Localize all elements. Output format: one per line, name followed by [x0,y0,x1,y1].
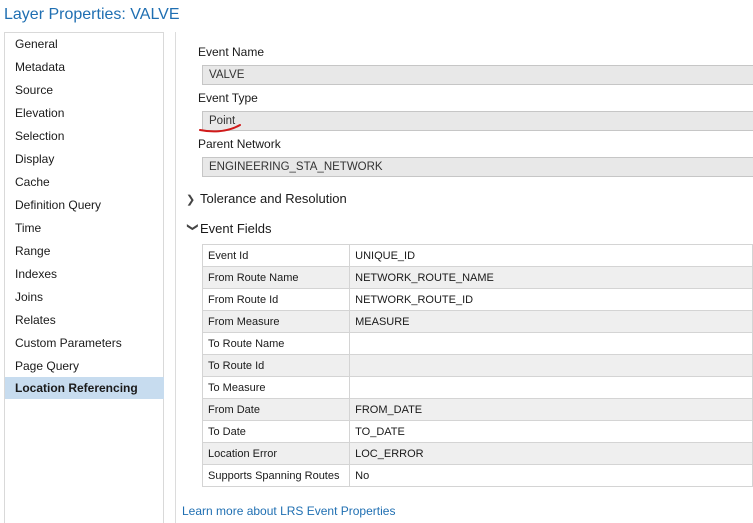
field-name-cell: To Measure [201,376,351,399]
sidebar-item-custom-parameters[interactable]: Custom Parameters [5,332,164,354]
sidebar-item-display[interactable]: Display [5,148,164,170]
sidebar-nav: General Metadata Source Elevation Select… [4,32,164,523]
field-name-cell: From Date [201,398,351,421]
field-value-cell[interactable]: LOC_ERROR [349,442,753,465]
sidebar-item-source[interactable]: Source [5,79,164,101]
field-value-cell[interactable]: NETWORK_ROUTE_NAME [349,266,753,289]
field-name-cell: Event Id [201,244,351,267]
table-row[interactable]: Location Error LOC_ERROR [201,442,753,465]
sidebar-item-general[interactable]: General [5,33,164,55]
sidebar-item-indexes[interactable]: Indexes [5,263,164,285]
table-row[interactable]: From Date FROM_DATE [201,398,753,421]
field-value-cell[interactable]: MEASURE [349,310,753,333]
panel-divider [175,32,176,523]
field-name-cell: To Date [201,420,351,443]
field-value-cell[interactable] [349,332,753,355]
sidebar-item-relates[interactable]: Relates [5,309,164,331]
sidebar-item-selection[interactable]: Selection [5,125,164,147]
table-row[interactable]: From Route Id NETWORK_ROUTE_ID [201,288,753,311]
sidebar-item-location-referencing[interactable]: Location Referencing [5,377,164,399]
section-tolerance-label: Tolerance and Resolution [200,191,347,206]
section-tolerance-header[interactable]: ❯ Tolerance and Resolution [186,191,347,206]
event-name-label: Event Name [198,45,265,59]
red-underline-annotation [199,124,241,133]
event-fields-table: Event Id UNIQUE_ID From Route Name NETWO… [201,244,753,487]
field-name-cell: Location Error [201,442,351,465]
table-row[interactable]: To Route Id [201,354,753,377]
field-name-cell: From Route Name [201,266,351,289]
field-value-cell[interactable]: FROM_DATE [349,398,753,421]
sidebar-item-definition-query[interactable]: Definition Query [5,194,164,216]
table-row[interactable]: Event Id UNIQUE_ID [201,244,753,267]
field-value-cell[interactable]: No [349,464,753,487]
field-value-cell[interactable]: UNIQUE_ID [349,244,753,267]
field-name-cell: To Route Id [201,354,351,377]
event-type-field[interactable]: Point [202,111,753,131]
sidebar-item-page-query[interactable]: Page Query [5,355,164,377]
field-value-cell[interactable] [349,354,753,377]
section-event-fields-header[interactable]: ❯ Event Fields [186,221,272,236]
event-type-label: Event Type [198,91,258,105]
event-name-field[interactable]: VALVE [202,65,753,85]
sidebar-item-elevation[interactable]: Elevation [5,102,164,124]
field-name-cell: From Measure [201,310,351,333]
field-name-cell: Supports Spanning Routes [201,464,351,487]
field-value-cell[interactable]: TO_DATE [349,420,753,443]
table-row[interactable]: To Date TO_DATE [201,420,753,443]
table-row[interactable]: From Route Name NETWORK_ROUTE_NAME [201,266,753,289]
table-row[interactable]: To Route Name [201,332,753,355]
parent-network-label: Parent Network [198,137,281,151]
sidebar-item-time[interactable]: Time [5,217,164,239]
section-event-fields-label: Event Fields [200,221,272,236]
table-row[interactable]: To Measure [201,376,753,399]
chevron-right-icon: ❯ [186,194,196,206]
sidebar-item-metadata[interactable]: Metadata [5,56,164,78]
table-row[interactable]: From Measure MEASURE [201,310,753,333]
sidebar-item-cache[interactable]: Cache [5,171,164,193]
field-value-cell[interactable]: NETWORK_ROUTE_ID [349,288,753,311]
learn-more-link[interactable]: Learn more about LRS Event Properties [182,504,395,518]
field-name-cell: From Route Id [201,288,351,311]
field-value-cell[interactable] [349,376,753,399]
parent-network-field[interactable]: ENGINEERING_STA_NETWORK [202,157,753,177]
sidebar-item-joins[interactable]: Joins [5,286,164,308]
chevron-down-icon: ❯ [186,222,199,232]
sidebar-item-range[interactable]: Range [5,240,164,262]
field-name-cell: To Route Name [201,332,351,355]
table-row[interactable]: Supports Spanning Routes No [201,464,753,487]
window-title: Layer Properties: VALVE [4,6,180,23]
